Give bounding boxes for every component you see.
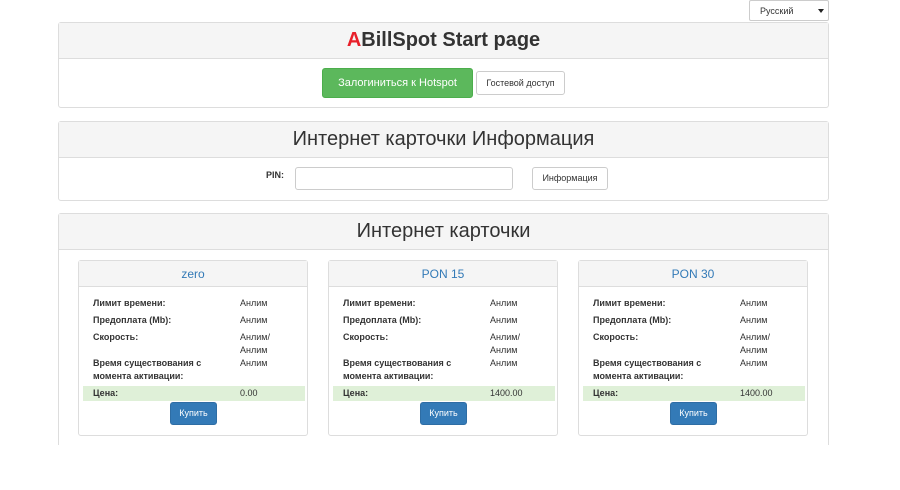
lifetime-label: Время существования с момента активации: <box>343 358 452 381</box>
price-label: Цена: <box>93 388 119 398</box>
prepaid-label: Предоплата (Mb): <box>93 315 172 325</box>
speed-label: Скорость: <box>93 332 139 342</box>
price-value: 1400.00 <box>740 388 773 398</box>
price-value: 0.00 <box>240 388 258 398</box>
speed-value: Анлим/Анлим <box>740 331 800 357</box>
price-row: Цена: 1400.00 <box>583 386 805 401</box>
time-limit-label: Лимит времени: <box>343 298 416 308</box>
price-label: Цена: <box>343 388 369 398</box>
time-limit-label: Лимит времени: <box>93 298 166 308</box>
lifetime-label: Время существования с момента активации: <box>93 358 202 381</box>
internet-cards-panel: Интернет карточки zero Лимит времени: Ан… <box>58 213 829 445</box>
prepaid-value: Анлим <box>740 315 768 325</box>
info-button[interactable]: Информация <box>532 167 608 190</box>
speed-label: Скорость: <box>343 332 389 342</box>
speed-value-line1: Анлим/ <box>240 332 270 342</box>
prepaid-label: Предоплата (Mb): <box>343 315 422 325</box>
lifetime-value: Анлим <box>490 358 518 368</box>
prepaid-value: Анлим <box>240 315 268 325</box>
start-page-heading: ABillSpot Start page <box>59 23 828 59</box>
speed-value: Анлим/Анлим <box>240 331 300 357</box>
language-selected-value: Русский <box>760 6 794 16</box>
lifetime-label: Время существования с момента активации: <box>593 358 702 381</box>
price-row: Цена: 0.00 <box>83 386 305 401</box>
price-row: Цена: 1400.00 <box>333 386 555 401</box>
time-limit-value: Анлим <box>740 298 768 308</box>
language-select[interactable]: Русский <box>749 0 829 21</box>
prepaid-value: Анлим <box>490 315 518 325</box>
time-limit-label: Лимит времени: <box>593 298 666 308</box>
speed-value-line2: Анлим <box>740 345 768 355</box>
price-label: Цена: <box>593 388 619 398</box>
speed-label: Скорость: <box>593 332 639 342</box>
card-item-zero: zero Лимит времени: Анлим Предоплата (Mb… <box>78 260 308 436</box>
internet-cards-heading: Интернет карточки <box>59 214 828 250</box>
card-title: PON 30 <box>579 261 807 287</box>
speed-value-line2: Анлим <box>490 345 518 355</box>
pin-input[interactable] <box>295 167 513 190</box>
card-item-pon-30: PON 30 Лимит времени: Анлим Предоплата (… <box>578 260 808 436</box>
card-title: PON 15 <box>329 261 557 287</box>
buy-button[interactable]: Купить <box>420 402 467 425</box>
brand-accent-letter: A <box>346 29 362 51</box>
price-value: 1400.00 <box>490 388 523 398</box>
time-limit-value: Анлим <box>240 298 268 308</box>
buy-button[interactable]: Купить <box>670 402 717 425</box>
card-title: zero <box>79 261 307 287</box>
hotspot-login-button[interactable]: Залогиниться к Hotspot <box>322 68 473 98</box>
card-info-panel: Интернет карточки Информация PIN: Информ… <box>58 121 829 201</box>
speed-value-line2: Анлим <box>240 345 268 355</box>
pin-label: PIN: <box>266 170 284 180</box>
speed-value: Анлим/Анлим <box>490 331 550 357</box>
lifetime-value: Анлим <box>240 358 268 368</box>
buy-button[interactable]: Купить <box>170 402 217 425</box>
prepaid-label: Предоплата (Mb): <box>593 315 672 325</box>
page-title: BillSpot Start page <box>361 29 541 51</box>
start-page-panel: ABillSpot Start page Залогиниться к Hots… <box>58 22 829 108</box>
chevron-down-icon <box>818 9 824 13</box>
time-limit-value: Анлим <box>490 298 518 308</box>
guest-access-button[interactable]: Гостевой доступ <box>476 71 565 95</box>
card-item-pon-15: PON 15 Лимит времени: Анлим Предоплата (… <box>328 260 558 436</box>
lifetime-value: Анлим <box>740 358 768 368</box>
speed-value-line1: Анлим/ <box>740 332 770 342</box>
card-info-heading: Интернет карточки Информация <box>59 122 828 158</box>
speed-value-line1: Анлим/ <box>490 332 520 342</box>
